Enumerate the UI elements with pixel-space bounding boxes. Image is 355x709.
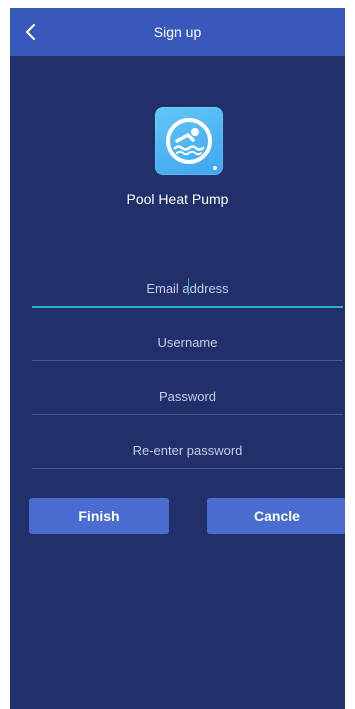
finish-button[interactable]: Finish [29, 498, 169, 534]
password-field[interactable] [32, 378, 343, 414]
text-cursor [188, 278, 189, 295]
sign-up-screen: Sign up Pool Heat Pump Finish Cancle [10, 8, 345, 709]
username-field[interactable] [32, 324, 343, 360]
email-underline [32, 306, 343, 308]
reenter-password-underline [32, 468, 343, 469]
swimmer-icon [166, 118, 217, 170]
navigation-bar: Sign up [10, 8, 345, 56]
username-underline [32, 360, 343, 361]
back-button[interactable] [16, 17, 46, 47]
page-title: Sign up [153, 24, 202, 40]
cancel-button[interactable]: Cancle [207, 498, 345, 534]
app-name: Pool Heat Pump [126, 191, 229, 207]
password-underline [32, 414, 343, 415]
app-logo [155, 107, 223, 175]
chevron-left-icon [26, 24, 35, 40]
reenter-password-field[interactable] [32, 432, 343, 468]
